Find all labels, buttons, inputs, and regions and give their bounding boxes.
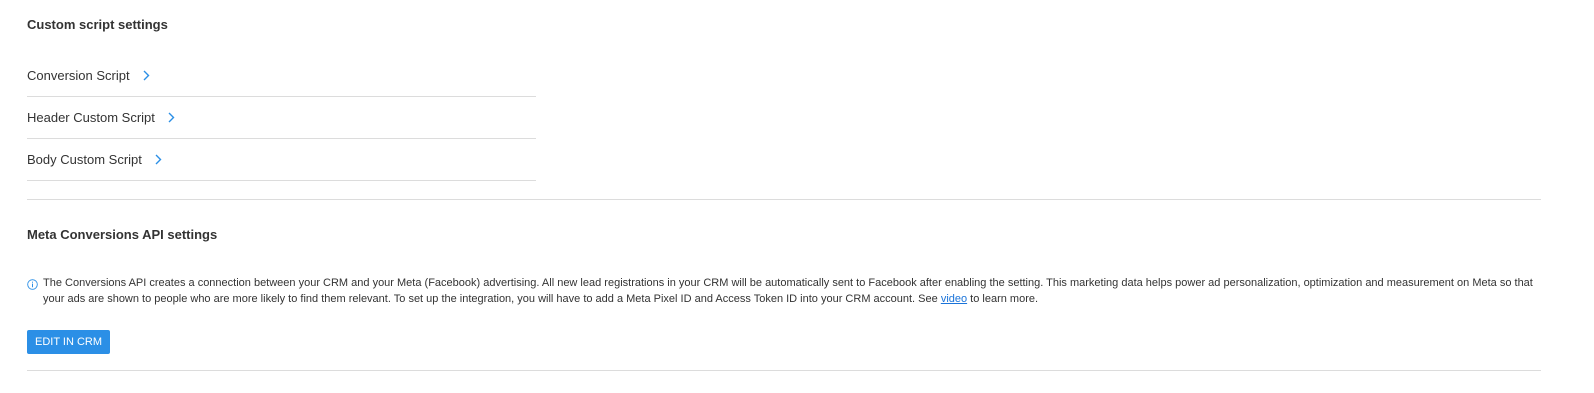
conversion-script-label: Conversion Script [27, 67, 130, 83]
chevron-right-icon [167, 112, 177, 124]
custom-script-settings-title: Custom script settings [27, 17, 168, 32]
header-custom-script-label: Header Custom Script [27, 109, 155, 125]
meta-info-block: The Conversions API creates a connection… [27, 275, 1541, 307]
meta-info-text: The Conversions API creates a connection… [43, 275, 1533, 307]
body-custom-script-item[interactable]: Body Custom Script [27, 139, 536, 181]
info-circle-icon [27, 277, 38, 290]
video-link[interactable]: video [941, 293, 967, 305]
custom-script-list: Conversion Script Header Custom Script B… [27, 55, 536, 181]
conversion-script-item[interactable]: Conversion Script [27, 55, 536, 97]
section-divider [27, 370, 1541, 371]
info-text-before: The Conversions API creates a connection… [43, 277, 1533, 305]
header-custom-script-item[interactable]: Header Custom Script [27, 97, 536, 139]
meta-conversions-api-title: Meta Conversions API settings [27, 227, 218, 242]
chevron-right-icon [154, 154, 164, 166]
chevron-right-icon [142, 70, 152, 82]
info-text-after: to learn more. [967, 293, 1039, 305]
body-custom-script-label: Body Custom Script [27, 151, 142, 167]
section-divider [27, 199, 1541, 200]
edit-in-crm-button[interactable]: EDIT IN CRM [27, 330, 111, 354]
